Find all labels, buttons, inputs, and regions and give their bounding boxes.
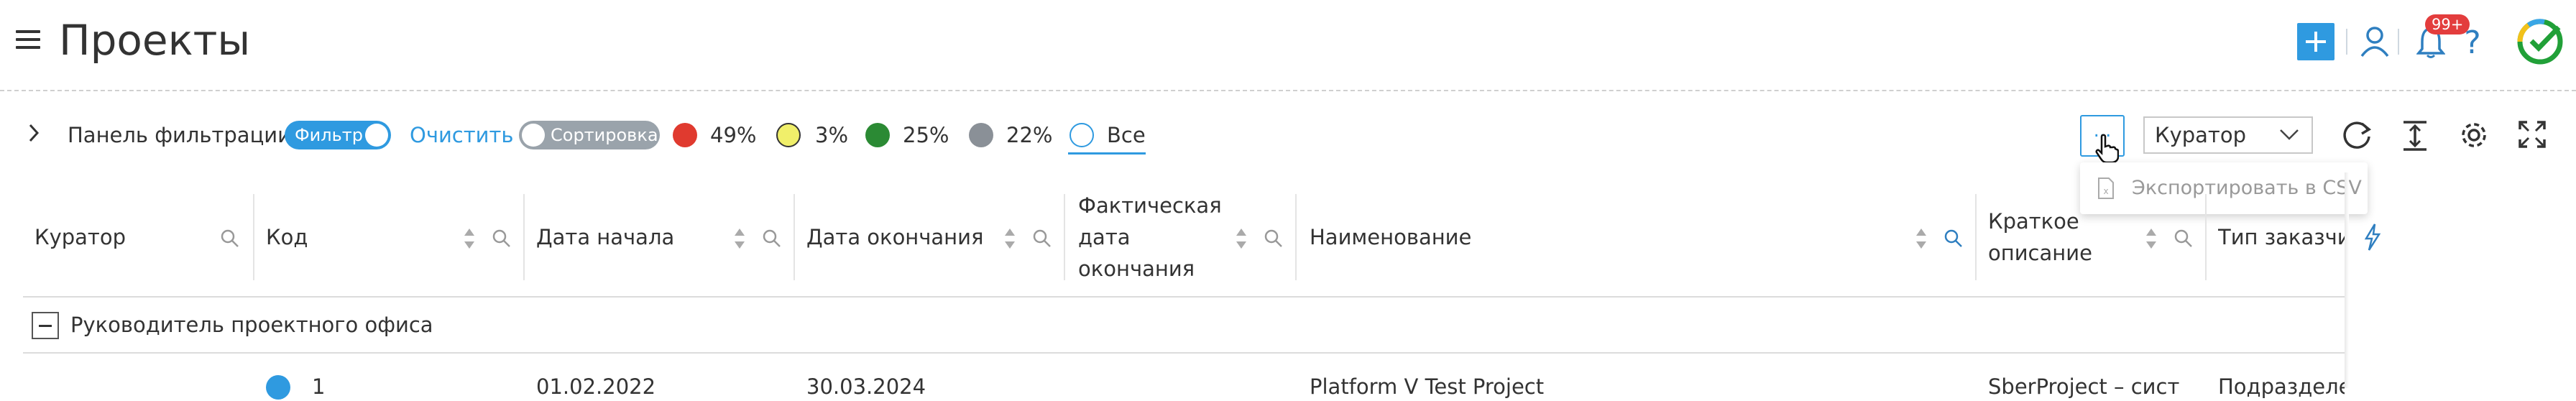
status-dot-green[interactable]: [865, 123, 890, 147]
svg-text:x: x: [2103, 186, 2108, 196]
header-divider: [2398, 29, 2399, 55]
search-icon[interactable]: [1264, 229, 1284, 249]
search-icon[interactable]: [220, 229, 240, 249]
col-header-code[interactable]: Код: [266, 221, 308, 253]
col-header-end-date[interactable]: Дата окончания: [806, 221, 983, 253]
export-csv-menu-item[interactable]: x Экспортировать в CSV: [2080, 162, 2368, 214]
status-dot-red[interactable]: [673, 123, 697, 147]
sort-icon[interactable]: [463, 224, 476, 253]
sort-icon[interactable]: [1003, 224, 1016, 253]
column-divider: [1064, 194, 1065, 280]
filter-toggle[interactable]: Фильтр: [285, 121, 391, 149]
fullscreen-icon[interactable]: [2517, 119, 2547, 149]
status-red-percent: 49%: [710, 123, 757, 147]
sber-logo-icon: [2517, 19, 2563, 65]
cell-customer-type: Подразделе: [2218, 374, 2345, 399]
col-header-name[interactable]: Наименование: [1310, 221, 1471, 253]
col-header-actual-end-date[interactable]: Фактическая дата окончания: [1078, 190, 1222, 285]
clear-link[interactable]: Очистить: [410, 121, 513, 149]
sort-toggle[interactable]: Сортировка: [519, 121, 660, 149]
plus-icon: [2306, 32, 2326, 52]
sort-icon[interactable]: [733, 224, 746, 253]
filter-panel-label: Панель фильтрации: [68, 123, 291, 147]
export-csv-label: Экспортировать в CSV: [2132, 177, 2362, 199]
all-statuses-option[interactable]: Все: [1068, 118, 1146, 155]
group-by-select[interactable]: Куратор: [2143, 116, 2313, 154]
column-divider: [1295, 194, 1297, 280]
column-divider: [1975, 194, 1977, 280]
search-icon[interactable]: [1032, 229, 1052, 249]
toggle-knob: [365, 124, 388, 147]
table-header-divider: [23, 296, 2345, 298]
status-indicator: [266, 375, 290, 400]
cell-short-description: SberProject – сист: [1988, 374, 2180, 399]
header-divider: [0, 90, 2576, 91]
lightning-icon[interactable]: [2363, 223, 2382, 252]
hand-cursor-icon: [2095, 134, 2119, 164]
project-name-link[interactable]: Platform V Test Project: [1310, 372, 1544, 401]
chevron-right-icon[interactable]: [26, 122, 42, 144]
minus-icon: [39, 325, 52, 327]
cell-start-date: 01.02.2022: [536, 374, 656, 399]
status-green-percent: 25%: [903, 123, 949, 147]
column-divider: [253, 194, 254, 280]
col-header-curator[interactable]: Куратор: [34, 221, 126, 253]
add-button[interactable]: [2297, 23, 2334, 60]
row-height-icon[interactable]: [2399, 119, 2431, 152]
status-dot-all: [1070, 123, 1094, 147]
more-actions-menu: x Экспортировать в CSV: [2080, 162, 2368, 214]
collapse-group-button[interactable]: [32, 312, 59, 339]
search-icon-active[interactable]: [1944, 229, 1964, 249]
sort-toggle-label: Сортировка: [551, 125, 658, 145]
search-icon[interactable]: [492, 229, 512, 249]
chevron-down-icon: [2280, 129, 2299, 140]
toggle-knob: [522, 124, 545, 147]
status-yellow-percent: 3%: [815, 123, 849, 147]
sort-icon[interactable]: [1915, 224, 1928, 253]
search-icon[interactable]: [762, 229, 782, 249]
col-header-customer-type[interactable]: Тип заказчи: [2218, 221, 2345, 253]
group-row-divider: [23, 352, 2345, 354]
menu-icon[interactable]: [16, 29, 40, 50]
status-dot-yellow[interactable]: [776, 123, 801, 147]
page-title: Проекты: [59, 16, 251, 65]
col-header-short-description[interactable]: Краткое описание: [1988, 206, 2103, 269]
column-divider: [794, 194, 795, 280]
cell-end-date: 30.03.2024: [806, 374, 926, 399]
svg-text:?: ?: [2464, 24, 2480, 59]
user-icon[interactable]: [2359, 24, 2391, 59]
sort-icon[interactable]: [1235, 224, 1248, 253]
frozen-column-shadow: [2345, 172, 2349, 388]
refresh-icon[interactable]: [2340, 119, 2373, 152]
col-header-start-date[interactable]: Дата начала: [536, 221, 674, 253]
filter-toggle-label: Фильтр: [295, 125, 363, 145]
sort-icon[interactable]: [2145, 224, 2158, 253]
help-icon[interactable]: ?: [2460, 24, 2485, 59]
column-divider: [2205, 194, 2207, 280]
settings-gear-icon[interactable]: [2457, 118, 2491, 152]
status-dot-gray[interactable]: [969, 123, 993, 147]
status-gray-percent: 22%: [1006, 123, 1053, 147]
group-row-label: Руководитель проектного офиса: [70, 313, 433, 337]
csv-file-icon: x: [2098, 178, 2114, 199]
group-by-value: Куратор: [2155, 123, 2246, 147]
header-divider: [2346, 29, 2347, 55]
cell-code: 1: [312, 374, 326, 399]
search-icon[interactable]: [2174, 229, 2194, 249]
column-divider: [523, 194, 525, 280]
all-statuses-label: Все: [1107, 123, 1146, 147]
